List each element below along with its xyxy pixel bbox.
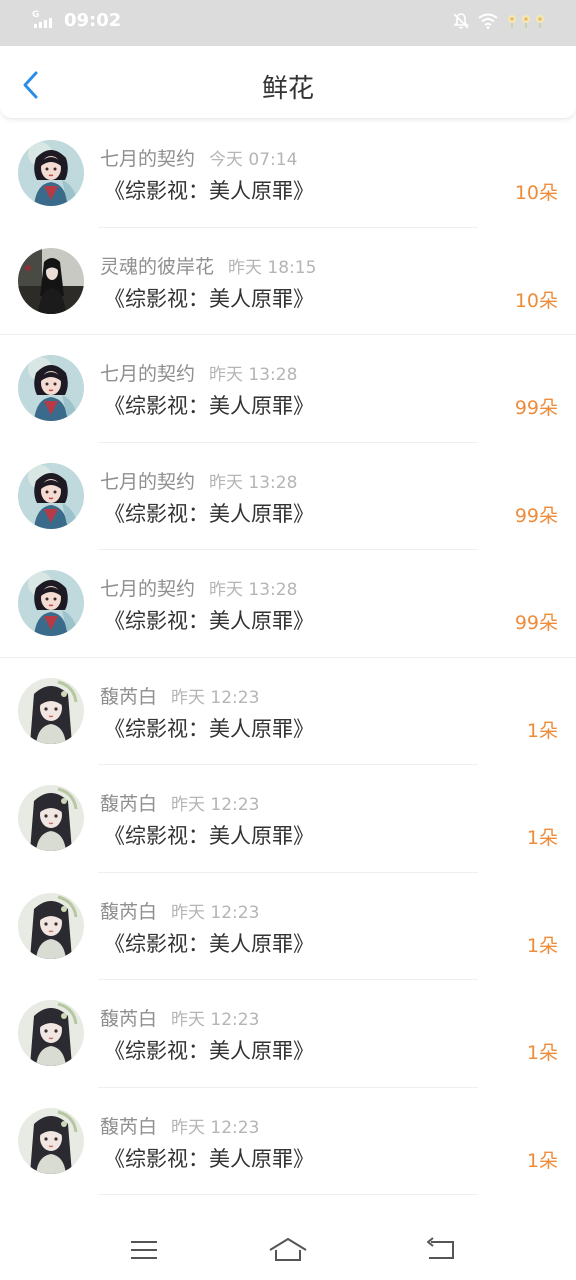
item-time: 昨天 18:15 — [228, 257, 317, 278]
bottom-nav — [0, 1220, 576, 1280]
user-name[interactable]: 馥芮白 — [100, 686, 157, 708]
item-meta: 馥芮白 昨天 12:23 — [100, 1004, 259, 1031]
flower-list: 七月的契约 今天 07:14 《综影视：美人原罪》 10朵 灵魂的彼岸花 昨天 18:1… — [0, 120, 576, 1195]
avatar[interactable] — [18, 462, 84, 529]
item-meta: 灵魂的彼岸花 昨天 18:15 — [100, 252, 316, 279]
avatar[interactable] — [18, 570, 84, 636]
item-meta: 七月的契约 今天 07:14 — [100, 144, 297, 171]
avatar[interactable] — [18, 677, 84, 744]
header: 鲜花 — [0, 46, 576, 119]
flower-count: 99朵 — [514, 397, 558, 419]
signal-icon: G — [32, 9, 58, 30]
list-item[interactable]: 馥芮白 昨天 12:23 《综影视：美人原罪》 1朵 — [0, 765, 576, 873]
item-time: 今天 07:14 — [209, 150, 298, 170]
item-time: 昨天 13:28 — [209, 365, 298, 385]
item-meta: 馥芮白 昨天 12:23 — [100, 1112, 259, 1139]
avatar[interactable] — [18, 247, 84, 314]
status-left: G 09:02 — [32, 9, 122, 32]
system-back-button[interactable] — [420, 1232, 460, 1268]
book-title: 《综影视：美人原罪》 — [104, 501, 314, 526]
book-title: 《综影视：美人原罪》 — [104, 609, 314, 633]
user-name[interactable]: 灵魂的彼岸花 — [100, 256, 214, 278]
item-time: 昨天 12:23 — [171, 902, 260, 923]
item-time: 昨天 12:23 — [171, 1010, 260, 1030]
book-title: 《综影视：美人原罪》 — [104, 286, 314, 311]
list-item[interactable]: 七月的契约 昨天 13:28 《综影视：美人原罪》 99朵 — [0, 550, 576, 658]
divider — [98, 1194, 478, 1195]
flower-count: 10朵 — [514, 182, 558, 204]
flower-count: 1朵 — [526, 1042, 558, 1064]
menu-button[interactable] — [124, 1232, 164, 1268]
avatar[interactable] — [18, 140, 84, 206]
avatar[interactable] — [18, 785, 84, 851]
book-title: 《综影视：美人原罪》 — [104, 179, 314, 203]
user-name[interactable]: 馥芮白 — [100, 1008, 157, 1030]
avatar[interactable] — [18, 1107, 84, 1174]
list-item[interactable]: 七月的契约 今天 07:14 《综影视：美人原罪》 10朵 — [0, 120, 576, 228]
list-item[interactable]: 馥芮白 昨天 12:23 《综影视：美人原罪》 1朵 — [0, 873, 576, 980]
list-item[interactable]: 灵魂的彼岸花 昨天 18:15 《综影视：美人原罪》 10朵 — [0, 228, 576, 335]
home-icon — [269, 1238, 307, 1261]
item-time: 昨天 13:28 — [209, 580, 298, 600]
avatar[interactable] — [18, 1000, 84, 1066]
user-name[interactable]: 七月的契约 — [100, 148, 195, 170]
item-meta: 七月的契约 昨天 13:28 — [100, 467, 297, 494]
flower-count: 1朵 — [526, 1149, 558, 1172]
avatar[interactable] — [18, 892, 84, 959]
flower-count: 99朵 — [514, 504, 558, 527]
list-item[interactable]: 馥芮白 昨天 12:23 《综影视：美人原罪》 1朵 — [0, 658, 576, 765]
page-title: 鲜花 — [261, 74, 314, 104]
user-name[interactable]: 七月的契约 — [100, 471, 195, 493]
status-bar: G 09:02 — [0, 0, 576, 46]
status-right — [444, 12, 548, 34]
flower-count: 10朵 — [514, 289, 558, 312]
item-meta: 馥芮白 昨天 12:23 — [100, 897, 259, 924]
flower-icon — [506, 13, 548, 33]
list-item[interactable]: 馥芮白 昨天 12:23 《综影视：美人原罪》 1朵 — [0, 1088, 576, 1195]
mute-icon — [452, 12, 470, 34]
book-title: 《综影视：美人原罪》 — [104, 716, 314, 741]
user-name[interactable]: 馥芮白 — [100, 1116, 157, 1138]
list-item[interactable]: 七月的契约 昨天 13:28 《综影视：美人原罪》 99朵 — [0, 335, 576, 443]
book-title: 《综影视：美人原罪》 — [104, 1039, 314, 1063]
user-name[interactable]: 馥芮白 — [100, 793, 157, 815]
item-meta: 七月的契约 昨天 13:28 — [100, 359, 297, 386]
user-name[interactable]: 七月的契约 — [100, 578, 195, 600]
wifi-icon — [478, 13, 498, 33]
signal-label: G — [32, 9, 40, 20]
flower-count: 1朵 — [526, 719, 558, 742]
book-title: 《综影视：美人原罪》 — [104, 394, 314, 418]
item-meta: 馥芮白 昨天 12:23 — [100, 682, 259, 709]
status-time: 09:02 — [64, 10, 122, 31]
flower-count: 1朵 — [526, 827, 558, 849]
list-item[interactable]: 七月的契约 昨天 13:28 《综影视：美人原罪》 99朵 — [0, 443, 576, 550]
user-name[interactable]: 七月的契约 — [100, 363, 195, 385]
user-name[interactable]: 馥芮白 — [100, 901, 157, 923]
item-time: 昨天 12:23 — [171, 1117, 260, 1138]
item-time: 昨天 12:23 — [171, 795, 260, 815]
item-meta: 七月的契约 昨天 13:28 — [100, 574, 297, 601]
item-time: 昨天 13:28 — [209, 472, 298, 493]
item-time: 昨天 12:23 — [171, 687, 260, 708]
flower-count: 1朵 — [526, 934, 558, 957]
home-button[interactable] — [268, 1232, 308, 1268]
list-item[interactable]: 馥芮白 昨天 12:23 《综影视：美人原罪》 1朵 — [0, 980, 576, 1088]
book-title: 《综影视：美人原罪》 — [104, 931, 314, 956]
avatar[interactable] — [18, 355, 84, 421]
book-title: 《综影视：美人原罪》 — [104, 1146, 314, 1171]
item-meta: 馥芮白 昨天 12:23 — [100, 789, 259, 816]
back-icon — [427, 1237, 454, 1259]
book-title: 《综影视：美人原罪》 — [104, 824, 314, 848]
menu-icon — [131, 1241, 157, 1259]
flower-count: 99朵 — [514, 612, 558, 634]
